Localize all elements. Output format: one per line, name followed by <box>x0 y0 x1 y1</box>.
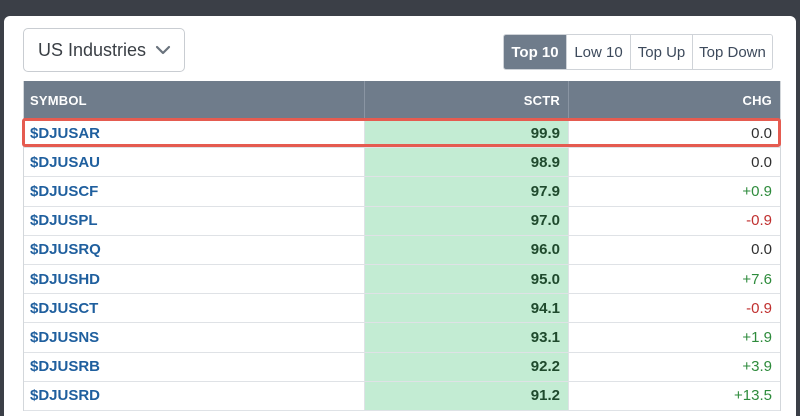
table-row[interactable]: $DJUSRB 92.2 +3.9 <box>24 352 780 382</box>
table-row[interactable]: $DJUSRQ 96.0 0.0 <box>24 235 780 265</box>
symbol-link[interactable]: $DJUSAU <box>24 148 364 176</box>
sctr-value: 97.0 <box>364 206 568 235</box>
symbol-link[interactable]: $DJUSHD <box>24 265 364 293</box>
chg-value: -0.9 <box>568 206 780 235</box>
header-symbol[interactable]: SYMBOL <box>24 81 364 119</box>
header-chg[interactable]: CHG <box>568 81 780 119</box>
chg-value: 0.0 <box>568 148 780 177</box>
table-row[interactable]: $DJUSAR 99.9 0.0 <box>24 119 780 149</box>
sctr-table: SYMBOL SCTR CHG $DJUSAR 99.9 0.0 $DJUSAU 98.… <box>23 81 781 411</box>
header-sctr[interactable]: SCTR <box>364 81 568 119</box>
chg-value: 0.0 <box>568 119 780 148</box>
chg-value: +3.9 <box>568 352 780 381</box>
sctr-panel: US Industries Top 10 Low 10 Top Up Top D… <box>4 16 796 416</box>
symbol-link[interactable]: $DJUSCF <box>24 177 364 205</box>
table-row[interactable]: $DJUSAU 98.9 0.0 <box>24 148 780 178</box>
chg-value: +7.6 <box>568 264 780 294</box>
symbol-link[interactable]: $DJUSRQ <box>24 236 364 264</box>
sctr-value: 92.2 <box>364 352 568 381</box>
table-header: SYMBOL SCTR CHG <box>24 81 780 119</box>
universe-dropdown[interactable]: US Industries <box>23 28 185 72</box>
tab-low-10[interactable]: Low 10 <box>566 35 630 69</box>
table-row[interactable]: $DJUSNS 93.1 +1.9 <box>24 323 780 353</box>
chevron-down-icon <box>155 45 171 55</box>
table-body: $DJUSAR 99.9 0.0 $DJUSAU 98.9 0.0 $DJUSCF 97.9 +… <box>24 119 780 411</box>
table-row[interactable]: $DJUSHD 95.0 +7.6 <box>24 264 780 295</box>
tab-top-down[interactable]: Top Down <box>692 35 772 69</box>
symbol-link[interactable]: $DJUSRB <box>24 353 364 381</box>
symbol-link[interactable]: $DJUSRD <box>24 382 364 410</box>
tab-top-10[interactable]: Top 10 <box>504 35 566 69</box>
ranking-tabs: Top 10 Low 10 Top Up Top Down <box>503 34 773 70</box>
symbol-link[interactable]: $DJUSNS <box>24 323 364 351</box>
chg-value: +13.5 <box>568 381 780 410</box>
symbol-link[interactable]: $DJUSPL <box>24 207 364 235</box>
table-row[interactable]: $DJUSCT 94.1 -0.9 <box>24 294 780 324</box>
tab-top-up[interactable]: Top Up <box>630 35 692 69</box>
chg-value: +0.9 <box>568 177 780 206</box>
table-row[interactable]: $DJUSRD 91.2 +13.5 <box>24 381 780 411</box>
chg-value: +1.9 <box>568 323 780 352</box>
table-row[interactable]: $DJUSPL 97.0 -0.9 <box>24 206 780 236</box>
sctr-value: 93.1 <box>364 323 568 352</box>
sctr-value: 91.2 <box>364 381 568 410</box>
symbol-link[interactable]: $DJUSAR <box>24 119 364 147</box>
chg-value: 0.0 <box>568 235 780 264</box>
sctr-value: 99.9 <box>364 119 568 148</box>
sctr-value: 95.0 <box>364 264 568 294</box>
chg-value: -0.9 <box>568 294 780 323</box>
universe-dropdown-label: US Industries <box>38 39 147 60</box>
sctr-value: 97.9 <box>364 177 568 206</box>
sctr-value: 96.0 <box>364 235 568 264</box>
sctr-value: 94.1 <box>364 294 568 323</box>
sctr-value: 98.9 <box>364 148 568 177</box>
table-row[interactable]: $DJUSCF 97.9 +0.9 <box>24 177 780 207</box>
symbol-link[interactable]: $DJUSCT <box>24 294 364 322</box>
